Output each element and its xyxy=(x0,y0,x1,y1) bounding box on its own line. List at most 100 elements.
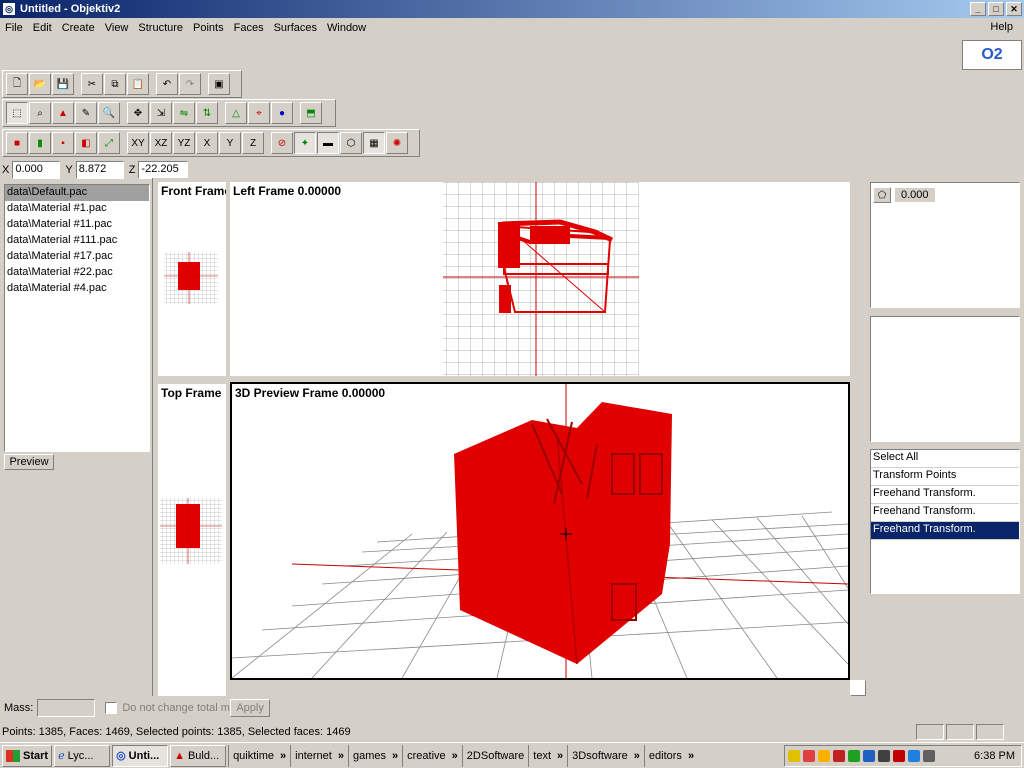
view-xz-button[interactable]: XZ xyxy=(150,132,172,154)
create-triangle-icon[interactable]: △ xyxy=(225,102,247,124)
zonealarm-icon[interactable] xyxy=(893,750,905,762)
task-button-active[interactable]: ◎ Unti... xyxy=(112,744,169,767)
keep-mass-checkbox[interactable] xyxy=(105,702,118,714)
scale-icon[interactable]: ⇲ xyxy=(150,102,172,124)
viewport-resize-grip[interactable] xyxy=(850,680,866,696)
list-item[interactable]: data\Material #4.pac xyxy=(5,281,149,297)
mirror-icon[interactable]: ⇋ xyxy=(173,102,195,124)
computer-icon[interactable] xyxy=(923,750,935,762)
lock-faces-icon[interactable]: ▮ xyxy=(29,132,51,154)
title-bar[interactable]: ◎ Untitled - Objektiv2 _ □ ✕ xyxy=(0,0,1024,18)
preview-button[interactable]: Preview xyxy=(4,454,54,470)
menu-structure[interactable]: Structure xyxy=(133,22,188,34)
quicklink-toolbar[interactable]: creative » xyxy=(402,744,462,767)
list-item[interactable]: data\Material #11.pac xyxy=(5,217,149,233)
start-button[interactable]: Start xyxy=(2,744,53,767)
maximize-button[interactable]: □ xyxy=(988,2,1004,16)
open-folder-icon[interactable]: 📂 xyxy=(29,73,51,95)
axis-z-button[interactable]: Z xyxy=(242,132,264,154)
copy-icon[interactable]: ⧉ xyxy=(104,73,126,95)
volume-icon[interactable] xyxy=(788,750,800,762)
properties-icon[interactable]: ▣ xyxy=(208,73,230,95)
display-icon[interactable] xyxy=(878,750,890,762)
select-faces-icon[interactable]: ▲ xyxy=(52,102,74,124)
menu-faces[interactable]: Faces xyxy=(229,22,269,34)
color-wheel-icon[interactable]: ● xyxy=(271,102,293,124)
menu-view[interactable]: View xyxy=(100,22,134,34)
view-xy-button[interactable]: XY xyxy=(127,132,149,154)
select-icon[interactable]: ⬚ xyxy=(6,102,28,124)
axis-x-button[interactable]: X xyxy=(196,132,218,154)
left-frame-viewport[interactable]: Left Frame 0.00000 xyxy=(230,182,850,376)
history-item[interactable]: Freehand Transform. xyxy=(871,522,1019,540)
globe-icon[interactable] xyxy=(908,750,920,762)
menu-edit[interactable]: Edit xyxy=(28,22,57,34)
history-item[interactable]: Freehand Transform. xyxy=(871,504,1019,522)
list-item[interactable]: data\Material #111.pac xyxy=(5,233,149,249)
grid-icon[interactable]: ▦ xyxy=(363,132,385,154)
app-icon[interactable]: ◎ xyxy=(2,2,16,16)
apply-button[interactable]: Apply xyxy=(230,699,270,717)
view-yz-button[interactable]: YZ xyxy=(173,132,195,154)
quicklink-toolbar[interactable]: quiktime » xyxy=(228,744,290,767)
new-file-icon[interactable]: 🗋 xyxy=(6,73,28,95)
list-item[interactable]: data\Material #1.pac xyxy=(5,201,149,217)
menu-window[interactable]: Window xyxy=(322,22,371,34)
cut-icon[interactable]: ✂ xyxy=(81,73,103,95)
list-item[interactable]: data\Material #22.pac xyxy=(5,265,149,281)
zoom-icon[interactable]: 🔍 xyxy=(98,102,120,124)
mass-field[interactable] xyxy=(37,699,96,717)
history-item[interactable]: Transform Points xyxy=(871,468,1019,486)
hide-icon[interactable]: ▪ xyxy=(52,132,74,154)
quicklink-toolbar[interactable]: games » xyxy=(347,744,402,767)
quicklink-toolbar[interactable]: text » xyxy=(528,744,567,767)
animation-value[interactable]: 0.000 xyxy=(895,188,935,202)
warning-icon[interactable] xyxy=(818,750,830,762)
menu-surfaces[interactable]: Surfaces xyxy=(269,22,322,34)
list-item[interactable]: data\Material #17.pac xyxy=(5,249,149,265)
animation-icon[interactable]: ⬠ xyxy=(873,187,891,203)
solid-view-icon[interactable]: ▬ xyxy=(317,132,339,154)
flip-icon[interactable]: ⇅ xyxy=(196,102,218,124)
quicklink-toolbar[interactable]: 2DSoftware xyxy=(461,744,528,767)
menu-help[interactable]: Help xyxy=(985,21,1018,33)
redo-icon[interactable]: ↷ xyxy=(179,73,201,95)
import-icon[interactable]: ⬒ xyxy=(300,102,322,124)
quicklink-toolbar[interactable]: internet » xyxy=(290,744,348,767)
axis-y-button[interactable]: Y xyxy=(219,132,241,154)
paste-icon[interactable]: 📋 xyxy=(127,73,149,95)
3d-preview-viewport[interactable]: 3D Preview Frame 0.00000 xyxy=(230,382,850,680)
y-coord-field[interactable]: 8.872 xyxy=(75,161,124,179)
blocked-icon[interactable] xyxy=(803,750,815,762)
quicklink-toolbar[interactable]: 3Dsoftware » xyxy=(567,744,644,767)
close-button[interactable]: ✕ xyxy=(1006,2,1022,16)
list-item[interactable]: data\Default.pac xyxy=(5,185,149,201)
clock[interactable]: 6:38 PM xyxy=(974,750,1015,762)
z-coord-field[interactable]: -22.205 xyxy=(138,161,189,179)
merge-icon[interactable]: ⤢ xyxy=(98,132,120,154)
quicklink-toolbar[interactable]: editors » xyxy=(643,744,698,767)
menu-points[interactable]: Points xyxy=(188,22,229,34)
network-icon[interactable] xyxy=(848,750,860,762)
front-frame-viewport[interactable]: Front Frame xyxy=(158,182,226,376)
minimize-button[interactable]: _ xyxy=(970,2,986,16)
lasso-select-icon[interactable]: ⌕ xyxy=(29,102,51,124)
menu-create[interactable]: Create xyxy=(57,22,100,34)
unhide-icon[interactable]: ◧ xyxy=(75,132,97,154)
task-button[interactable]: ▲ Buld... xyxy=(170,744,227,767)
save-icon[interactable]: 💾 xyxy=(52,73,74,95)
x-coord-field[interactable]: 0.000 xyxy=(12,161,61,179)
no-snap-icon[interactable]: ⊘ xyxy=(271,132,293,154)
lighting-icon[interactable]: ✦ xyxy=(294,132,316,154)
move-icon[interactable]: ✥ xyxy=(127,102,149,124)
paint-select-icon[interactable]: ✎ xyxy=(75,102,97,124)
history-item[interactable]: Freehand Transform. xyxy=(871,486,1019,504)
create-vertex-icon[interactable]: ⌖ xyxy=(248,102,270,124)
wire-box-icon[interactable]: ⬡ xyxy=(340,132,362,154)
history-item[interactable]: Select All xyxy=(871,450,1019,468)
task-button[interactable]: ℯ Lyc... xyxy=(54,744,111,767)
gizmo-icon[interactable]: ✺ xyxy=(386,132,408,154)
alert-icon[interactable] xyxy=(833,750,845,762)
undo-icon[interactable]: ↶ xyxy=(156,73,178,95)
messenger-icon[interactable] xyxy=(863,750,875,762)
